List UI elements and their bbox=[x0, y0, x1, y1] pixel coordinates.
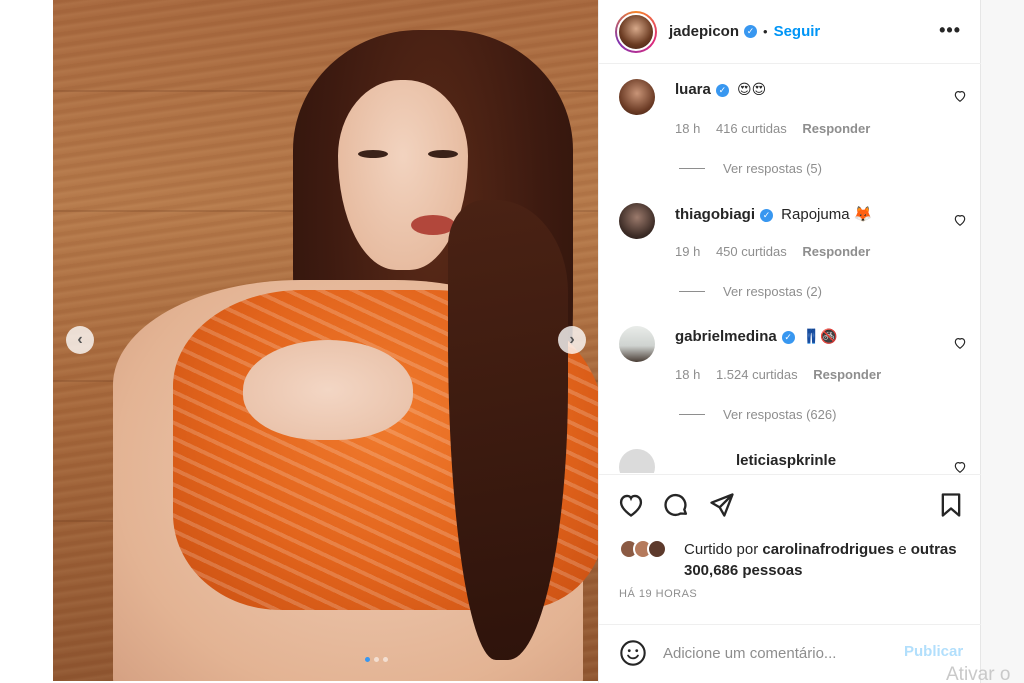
comment-line: leticiaspkrinle bbox=[736, 452, 836, 469]
verified-badge-icon: ✓ bbox=[715, 83, 729, 97]
like-comment-heart-icon[interactable] bbox=[953, 213, 967, 227]
carousel-dot bbox=[383, 657, 388, 662]
comment-avatar[interactable] bbox=[619, 203, 655, 239]
liker-avatar bbox=[647, 539, 667, 559]
post-header: jadepicon ✓ • Seguir ••• bbox=[599, 0, 981, 64]
previous-image-button[interactable]: ‹ bbox=[66, 326, 94, 354]
photo-subject-eye bbox=[428, 150, 458, 158]
page-margin-left bbox=[0, 0, 53, 683]
follow-button[interactable]: Seguir bbox=[774, 23, 821, 40]
liked-by-user[interactable]: carolinafrodrigues bbox=[762, 541, 894, 558]
comment-line: thiagobiagi ✓ Rapojuma 🦊 bbox=[675, 205, 872, 223]
comment-meta: 19 h 450 curtidas Responder bbox=[675, 244, 882, 259]
header-separator: • bbox=[763, 24, 768, 39]
carousel-dot bbox=[374, 657, 379, 662]
comment-text: 😍😍 bbox=[737, 81, 767, 97]
comment-time: 18 h bbox=[675, 367, 701, 382]
add-comment-bar: Publicar bbox=[599, 624, 981, 683]
view-replies-button[interactable]: Ver respostas (5) bbox=[679, 161, 822, 176]
view-replies-button[interactable]: Ver respostas (626) bbox=[679, 407, 836, 422]
author-username[interactable]: jadepicon bbox=[669, 23, 739, 40]
post-timestamp[interactable]: HÁ 19 HORAS bbox=[619, 588, 697, 600]
post-side-panel: jadepicon ✓ • Seguir ••• luara ✓ 😍😍 18 h … bbox=[598, 0, 981, 683]
replies-divider bbox=[679, 168, 705, 169]
carousel-indicator bbox=[365, 657, 388, 662]
post-actions: Curtido por carolinafrodrigues e outras … bbox=[599, 474, 981, 624]
share-send-icon[interactable] bbox=[708, 491, 736, 519]
like-comment-heart-icon[interactable] bbox=[953, 336, 967, 350]
comment-time: 19 h bbox=[675, 244, 701, 259]
view-replies-label: Ver respostas (626) bbox=[723, 407, 837, 422]
verified-badge-icon: ✓ bbox=[744, 25, 758, 38]
comment-line: gabrielmedina ✓ 👖🚳 bbox=[675, 328, 838, 345]
photo-subject-eye bbox=[358, 150, 388, 158]
comment-username[interactable]: leticiaspkrinle bbox=[736, 452, 836, 469]
comment-bubble-icon[interactable] bbox=[662, 491, 690, 519]
comment-avatar[interactable] bbox=[619, 449, 655, 473]
view-replies-label: Ver respostas (5) bbox=[723, 161, 822, 176]
reply-button[interactable]: Responder bbox=[802, 244, 870, 259]
chevron-left-icon: ‹ bbox=[77, 331, 83, 348]
chevron-right-icon: › bbox=[569, 331, 575, 348]
verified-badge-icon: ✓ bbox=[781, 330, 795, 344]
comment-likes[interactable]: 1.524 curtidas bbox=[716, 367, 798, 382]
liked-by-avatars[interactable] bbox=[619, 539, 667, 559]
reply-button[interactable]: Responder bbox=[802, 121, 870, 136]
emoji-smiley-icon[interactable] bbox=[619, 639, 647, 667]
comment-text: Rapojuma 🦊 bbox=[781, 206, 873, 223]
comment-meta: 18 h 1.524 curtidas Responder bbox=[675, 367, 893, 382]
page-margin-right bbox=[980, 0, 1024, 683]
comment-input[interactable] bbox=[663, 639, 893, 667]
liked-by-prefix: Curtido por bbox=[684, 541, 759, 558]
view-replies-label: Ver respostas (2) bbox=[723, 284, 822, 299]
next-image-button[interactable]: › bbox=[558, 326, 586, 354]
photo-subject-hand bbox=[243, 340, 413, 440]
comment-username[interactable]: luara bbox=[675, 81, 711, 98]
comment-likes[interactable]: 416 curtidas bbox=[716, 121, 787, 136]
comment-time: 18 h bbox=[675, 121, 701, 136]
comment-text: 👖🚳 bbox=[802, 328, 838, 344]
publish-button[interactable]: Publicar bbox=[904, 643, 963, 660]
comment-username[interactable]: thiagobiagi bbox=[675, 206, 755, 223]
liked-by-summary: Curtido por carolinafrodrigues e outras … bbox=[684, 539, 974, 581]
post-photo[interactable]: ‹ › bbox=[53, 0, 598, 681]
more-options-icon[interactable]: ••• bbox=[939, 20, 961, 41]
photo-subject-lips bbox=[411, 215, 455, 235]
comment-avatar[interactable] bbox=[619, 79, 655, 115]
comment-username[interactable]: gabrielmedina bbox=[675, 328, 777, 345]
author-avatar[interactable] bbox=[615, 10, 657, 53]
replies-divider bbox=[679, 291, 705, 292]
comment-meta: 18 h 416 curtidas Responder bbox=[675, 121, 882, 136]
carousel-dot bbox=[365, 657, 370, 662]
activation-watermark: Ativar o bbox=[946, 664, 1011, 683]
comment-avatar[interactable] bbox=[619, 326, 655, 362]
like-comment-heart-icon[interactable] bbox=[953, 460, 967, 473]
replies-divider bbox=[679, 414, 705, 415]
like-comment-heart-icon[interactable] bbox=[953, 89, 967, 103]
author-avatar-image bbox=[617, 12, 655, 51]
verified-badge-icon: ✓ bbox=[760, 208, 773, 222]
like-heart-icon[interactable] bbox=[617, 491, 645, 519]
comments-list[interactable]: luara ✓ 😍😍 18 h 416 curtidas Responder Ve… bbox=[599, 65, 981, 473]
comment-likes[interactable]: 450 curtidas bbox=[716, 244, 787, 259]
view-replies-button[interactable]: Ver respostas (2) bbox=[679, 284, 822, 299]
save-bookmark-icon[interactable] bbox=[937, 491, 965, 519]
comment-line: luara ✓ 😍😍 bbox=[675, 81, 766, 98]
reply-button[interactable]: Responder bbox=[813, 367, 881, 382]
liked-by-suffix: e bbox=[898, 541, 907, 558]
